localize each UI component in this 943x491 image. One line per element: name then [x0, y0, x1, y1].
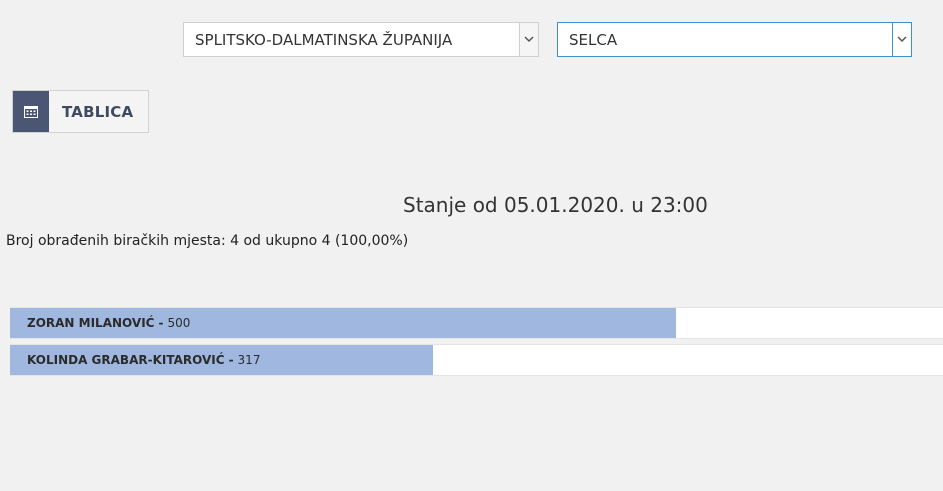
result-row: KOLINDA GRABAR-KITAROVIĆ -317 — [10, 344, 943, 376]
results-page: SPLITSKO-DALMATINSKA ŽUPANIJA SELCA TABL… — [0, 0, 943, 491]
results-list: ZORAN MILANOVIĆ -500 KOLINDA GRABAR-KITARO… — [10, 307, 943, 381]
result-label: KOLINDA GRABAR-KITAROVIĆ -317 — [27, 345, 260, 375]
status-title: Stanje od 05.01.2020. u 23:00 — [403, 193, 708, 217]
municipality-select-value: SELCA — [569, 30, 618, 49]
table-view-label: TABLICA — [62, 102, 134, 121]
chevron-down-icon[interactable] — [892, 23, 911, 56]
candidate-name: ZORAN MILANOVIĆ — [27, 316, 155, 330]
table-icon — [13, 91, 49, 132]
county-select[interactable]: SPLITSKO-DALMATINSKA ŽUPANIJA — [183, 22, 539, 57]
chevron-down-icon[interactable] — [519, 23, 538, 56]
table-view-button[interactable]: TABLICA — [12, 90, 149, 133]
municipality-select[interactable]: SELCA — [557, 22, 912, 57]
candidate-separator: - — [158, 316, 164, 330]
candidate-separator: - — [228, 353, 234, 367]
processed-stations-text: Broj obrađenih biračkih mjesta: 4 od uku… — [6, 233, 409, 249]
candidate-name: KOLINDA GRABAR-KITAROVIĆ — [27, 353, 225, 367]
result-row: ZORAN MILANOVIĆ -500 — [10, 307, 943, 339]
candidate-votes: 317 — [237, 353, 261, 367]
result-label: ZORAN MILANOVIĆ -500 — [27, 308, 190, 338]
candidate-votes: 500 — [167, 316, 191, 330]
county-select-value: SPLITSKO-DALMATINSKA ŽUPANIJA — [195, 30, 453, 49]
